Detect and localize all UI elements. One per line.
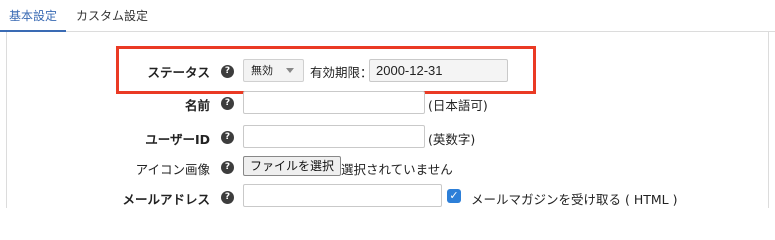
tab-custom-settings[interactable]: カスタム設定 xyxy=(76,0,148,32)
tab-basic-settings[interactable]: 基本設定 xyxy=(0,0,66,32)
panel-border-left xyxy=(6,32,7,208)
help-icon[interactable]: ? xyxy=(221,191,234,204)
user-id-hint: (英数字) xyxy=(428,132,476,147)
name-input[interactable] xyxy=(243,91,425,114)
file-status-text: 選択されていません xyxy=(341,162,453,177)
help-icon[interactable]: ? xyxy=(221,161,234,174)
newsletter-checkbox[interactable]: ✓ xyxy=(447,189,461,203)
name-hint: (日本語可) xyxy=(428,98,488,113)
tab-bar: 基本設定 カスタム設定 xyxy=(0,0,775,32)
choose-file-button[interactable]: ファイルを選択 xyxy=(243,156,342,176)
email-label: メールアドレス xyxy=(122,192,210,207)
icon-image-label: アイコン画像 xyxy=(135,162,210,177)
newsletter-label: メールマガジンを受け取る ( HTML ) xyxy=(471,192,678,207)
user-id-label: ユーザーID xyxy=(145,132,210,147)
panel-border-right xyxy=(768,32,769,208)
help-icon[interactable]: ? xyxy=(221,131,234,144)
status-highlight-box xyxy=(116,46,536,94)
email-input[interactable] xyxy=(243,184,442,207)
user-id-input[interactable] xyxy=(243,125,425,148)
name-label: 名前 xyxy=(184,98,210,113)
help-icon[interactable]: ? xyxy=(221,97,234,110)
